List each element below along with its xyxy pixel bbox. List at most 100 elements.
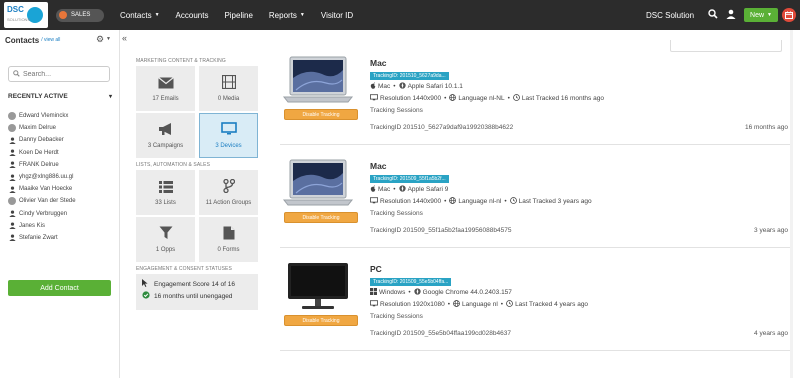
tracking-id-badge[interactable]: TrackingID: 201509_55f1a5b2f... [370,175,449,183]
disable-tracking-button[interactable]: Disable Tracking [284,109,358,120]
list-item[interactable]: Koen De Herdt [8,147,112,159]
tracking-session-row[interactable]: TrackingID 201509_55f1a5b2faa19956088b45… [370,227,788,234]
tracking-id-badge[interactable]: TrackingID: 201509_55e5b04ffa... [370,278,452,286]
user-icon[interactable] [726,9,736,22]
list-item[interactable]: Maxim Delrue [8,122,112,134]
top-right-controls: DSC Solution New ▼ [646,0,800,30]
summary-tile-campaigns[interactable]: 3 Campaigns [136,113,195,158]
list-item[interactable]: Cindy Verbruggen [8,208,112,220]
summary-tile-action-groups[interactable]: 11 Action Groups [199,170,258,215]
tracking-sessions-label: Tracking Sessions [370,210,423,217]
document-icon [223,226,235,243]
tracking-id-badge[interactable]: TrackingID: 201510_5627a9da... [370,72,449,80]
apple-icon [370,82,376,91]
person-icon [8,149,16,157]
device-os: Windows [379,289,406,296]
tile-label: 11 Action Groups [205,200,252,206]
tracking-session-row[interactable]: TrackingID 201509_55e5b04ffaa199cd028b46… [370,330,788,337]
calendar-icon[interactable] [782,8,796,22]
chevron-down-icon[interactable]: ▼ [106,36,111,42]
nav-contacts[interactable]: Contacts ▼ [112,11,168,20]
new-button[interactable]: New ▼ [744,8,778,22]
nav-visitor-id[interactable]: Visitor ID [313,11,361,20]
recently-active-header[interactable]: RECENTLY ACTIVE ▾ [8,93,112,100]
search-icon [13,69,20,79]
disable-tracking-button[interactable]: Disable Tracking [284,212,358,223]
tracking-session-time: 4 years ago [754,330,788,337]
contact-name: Cindy Verbruggen [19,210,68,217]
divider [280,350,790,351]
nav-pipeline-label: Pipeline [224,10,253,20]
nav-contacts-label: Contacts [120,10,152,20]
scrollbar[interactable] [790,30,793,378]
tracking-session-id: TrackingID 201510_5627a9daf9a19920388b46… [370,124,514,131]
device-name: Mac [370,161,387,171]
tile-label: 0 Media [217,96,240,102]
nav-reports[interactable]: Reports ▼ [261,11,313,20]
list-item[interactable]: Janes Kis [8,220,112,232]
summary-tile-emails[interactable]: 17 Emails [136,66,195,111]
person-icon [8,234,16,242]
device-card: Disable Tracking PC TrackingID: 201509_55e… [270,250,790,351]
device-os: Mac [378,186,391,193]
person-icon [8,222,16,230]
contact-search[interactable] [8,66,110,82]
summary-tile-media[interactable]: 0 Media [199,66,258,111]
nav-accounts[interactable]: Accounts [168,11,217,20]
tracking-sessions-label: Tracking Sessions [370,107,423,114]
list-item[interactable]: Maaike Van Hoecke [8,183,112,195]
dsc-logo[interactable]: DSC SOLUTIONS [4,2,48,28]
contact-name: Olivier Van der Stede [19,198,76,205]
clock-icon [513,94,520,103]
engagement-score-row: Engagement Score 14 of 16 [142,278,254,290]
film-icon [221,74,236,92]
list-item[interactable]: Edward Vleminckx [8,110,112,122]
device-browser: Apple Safari 9 [407,186,449,193]
add-contact-button[interactable]: Add Contact [8,280,111,296]
list-item[interactable]: FRANK Delrue [8,159,112,171]
disable-tracking-button[interactable]: Disable Tracking [284,315,358,326]
list-item[interactable]: Danny Debacker [8,134,112,146]
engagement-score: Engagement Score 14 of 16 [154,280,235,288]
collapse-sidebar-icon[interactable]: « [122,30,132,43]
sales-switch[interactable]: SALES [56,8,104,22]
monitor-icon [220,122,237,139]
engagement-until-row: 16 months until unengaged [142,290,254,302]
summary-tile-opps[interactable]: 1 Opps [136,217,195,262]
separator: • [393,186,396,193]
nav-pipeline[interactable]: Pipeline [216,11,260,20]
device-last-tracked: Last Tracked 16 months ago [521,95,604,102]
contact-name: Stefanie Zwart [19,234,58,241]
devices-list: Disable Tracking Mac TrackingID: 201510_56… [270,30,800,378]
device-last-tracked: Last Tracked 3 years ago [518,198,592,205]
person-icon [8,173,16,181]
tracking-session-row[interactable]: TrackingID 201510_5627a9daf9a19920388b46… [370,124,788,131]
contact-name: Koen De Herdt [19,149,59,156]
list-item[interactable]: yhgz@xlng886.uu.gl [8,171,112,183]
summary-tile-forms[interactable]: 0 Forms [199,217,258,262]
tracking-session-time: 16 months ago [744,124,788,131]
monitor-image [282,262,354,312]
device-last-tracked: Last Tracked 4 years ago [515,301,589,308]
summary-tile-devices[interactable]: 3 Devices [199,113,258,158]
chevron-down-icon: ▾ [108,94,112,100]
contact-name: Maxim Delrue [19,125,57,132]
list-item[interactable]: Olivier Van der Stede [8,195,112,207]
tile-label: 1 Opps [155,247,176,253]
globe-icon [449,197,457,206]
gear-icon[interactable]: ⚙ [96,34,104,45]
org-name[interactable]: DSC Solution [646,11,694,20]
browser-icon [398,185,406,194]
list-item[interactable]: Stefanie Zwart [8,232,112,244]
device-card: Disable Tracking Mac TrackingID: 201509_55… [270,147,790,248]
search-input[interactable] [23,70,103,78]
device-browser: Apple Safari 10.1.1 [407,83,463,90]
recently-active-title: RECENTLY ACTIVE [8,93,68,100]
summary-tile-lists[interactable]: 33 Lists [136,170,195,215]
globe-icon [449,94,457,103]
view-all-link[interactable]: / view all [41,37,60,43]
contact-name: yhgz@xlng886.uu.gl [19,174,74,181]
browser-icon [414,288,421,297]
search-icon[interactable] [708,8,718,22]
monitor-icon [370,197,378,206]
